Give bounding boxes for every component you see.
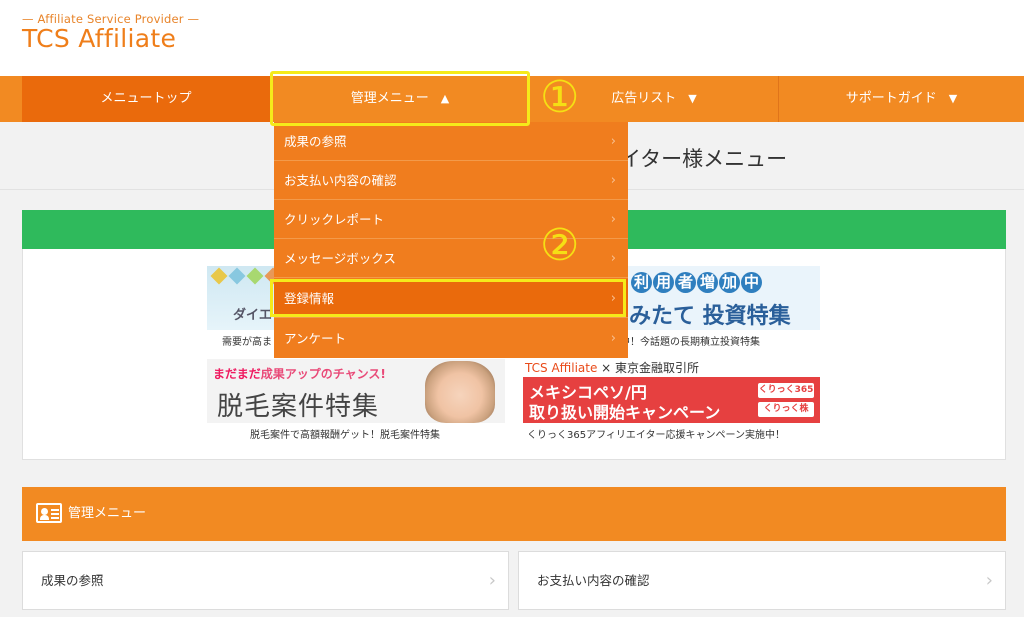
chevron-right-icon: › (610, 134, 616, 149)
nav-item-menu-top[interactable]: メニュートップ (22, 76, 270, 122)
banner-caption: くりっく365アフィリエイター応援キャンペーン実施中！ (527, 430, 785, 441)
banner-subline: まだまだ成果アップのチャンス! (213, 365, 386, 382)
dropdown-item-label: クリックレポート (284, 212, 385, 227)
banner-prefix: まだまだ (213, 367, 261, 381)
site-logo[interactable]: — Affiliate Service Provider — TCS Affil… (22, 12, 199, 53)
dropdown-item-label: 成果の参照 (284, 134, 347, 149)
badge-char: 者 (675, 272, 696, 293)
click365-logo: くりっく365 (758, 383, 814, 398)
banner-top-strip: TCS Affiliate × 東京金融取引所 (523, 359, 820, 377)
badge-char: 利 (631, 272, 652, 293)
menu-card-label: お支払い内容の確認 (537, 573, 650, 588)
logo-name: TCS Affiliate (22, 24, 177, 53)
dropdown-item-label: メッセージボックス (284, 251, 396, 266)
dropdown-item-payments[interactable]: お支払い内容の確認 › (274, 161, 628, 200)
menu-card-label: 成果の参照 (41, 573, 104, 588)
nav-item-label: サポートガイド (845, 91, 937, 106)
site-header: — Affiliate Service Provider — TCS Affil… (0, 0, 1024, 76)
banner-tsumitate[interactable]: 利用者増加中 みたて 投資特集 (625, 266, 820, 330)
nav-item-label: メニュートップ (100, 91, 192, 106)
dropdown-item-results[interactable]: 成果の参照 › (274, 122, 628, 161)
chevron-right-icon: › (488, 570, 496, 591)
banner-caption: 脱毛案件で高額報酬ゲット！脱毛案件特集 (250, 430, 440, 441)
flag-decoration (210, 267, 228, 285)
banner-brand: TCS Affiliate (525, 361, 598, 375)
menu-card-results[interactable]: 成果の参照 › (22, 551, 509, 610)
dropdown-item-survey[interactable]: アンケート › (274, 319, 628, 358)
page-title: イター様メニュー (620, 147, 788, 171)
dropdown-item-label: お支払い内容の確認 (284, 173, 397, 188)
management-section-title: 管理メニュー (68, 506, 147, 521)
banner-datsumo[interactable]: まだまだ成果アップのチャンス! 脱毛案件特集 (207, 359, 505, 423)
badge-char: 加 (719, 272, 740, 293)
banner-text: ダイエ (233, 308, 272, 323)
nav-item-support-guide[interactable]: サポートガイド ▼ (778, 76, 1024, 122)
banner-badge-row: 利用者増加中 (631, 272, 763, 293)
chevron-right-icon: › (610, 331, 616, 346)
chevron-right-icon: › (610, 251, 616, 266)
flag-decoration (228, 267, 246, 285)
badge-char: 増 (697, 272, 718, 293)
banner-headline: みたて 投資特集 (629, 304, 791, 329)
chevron-right-icon: › (985, 570, 993, 591)
flag-decoration (246, 267, 264, 285)
banner-caption: 中！今話題の長期積立投資特集 (620, 337, 760, 348)
banner-line2: 取り扱い開始キャンペーン (529, 403, 721, 422)
dropdown-item-label: アンケート (284, 331, 347, 346)
banner-caption: 需要が高ま (222, 337, 272, 348)
annotation-highlight-registration (270, 279, 626, 317)
banner-tagline: 成果アップのチャンス! (260, 367, 386, 381)
caret-down-icon: ▼ (948, 92, 958, 105)
banner-click365[interactable]: TCS Affiliate × 東京金融取引所 メキシコペソ/円 取り扱い開始キ… (523, 359, 820, 423)
menu-card-payments[interactable]: お支払い内容の確認 › (518, 551, 1006, 610)
caret-down-icon: ▼ (688, 92, 697, 105)
annotation-number-2: ② (540, 220, 580, 271)
page-root: — Affiliate Service Provider — TCS Affil… (0, 0, 1024, 617)
badge-char: 用 (653, 272, 674, 293)
nav-item-label: 広告リスト (611, 91, 677, 106)
annotation-number-1: ① (540, 72, 580, 123)
annotation-highlight-nav (270, 71, 530, 126)
click-kabu365-logo: くりっく株365 (758, 402, 814, 423)
banner-partner: × 東京金融取引所 (597, 361, 700, 375)
model-photo (425, 361, 495, 423)
banner-headline: 脱毛案件特集 (217, 392, 380, 422)
badge-char: 中 (741, 272, 762, 293)
chevron-right-icon: › (610, 212, 616, 227)
management-section-header: 管理メニュー (22, 487, 1006, 541)
chevron-right-icon: › (610, 173, 616, 188)
id-card-icon (36, 503, 62, 523)
